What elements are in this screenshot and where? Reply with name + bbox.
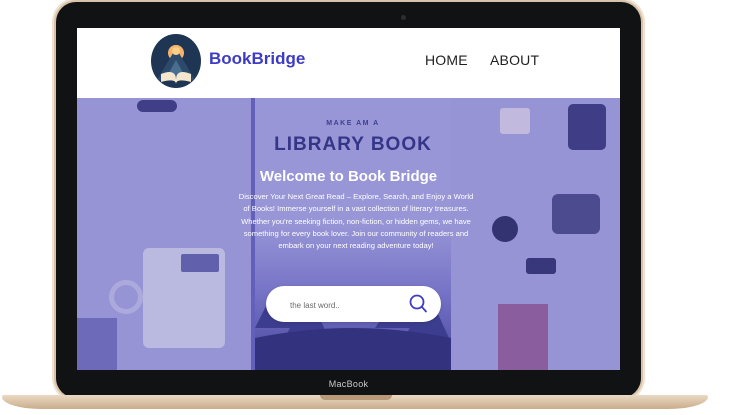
search-bar bbox=[266, 286, 441, 322]
bookbridge-logo-icon[interactable] bbox=[151, 34, 201, 88]
laptop-screen: BookBridge HOME ABOUT MAKE AM A LIBRARY … bbox=[77, 28, 620, 370]
site-navbar: BookBridge HOME ABOUT bbox=[77, 28, 620, 98]
search-icon[interactable] bbox=[407, 293, 429, 315]
laptop-hinge-notch bbox=[320, 395, 392, 400]
hero-section: MAKE AM A LIBRARY BOOK Welcome to Book B… bbox=[77, 98, 620, 370]
nav-about-link[interactable]: ABOUT bbox=[490, 52, 539, 68]
camera-dot bbox=[401, 15, 406, 20]
hero-description: Discover Your Next Great Read – Explore,… bbox=[238, 192, 474, 251]
hero-title: Welcome to Book Bridge bbox=[259, 168, 438, 185]
search-input[interactable] bbox=[288, 295, 402, 315]
nav-home-link[interactable]: HOME bbox=[425, 52, 468, 68]
site-name[interactable]: BookBridge bbox=[209, 49, 305, 69]
device-brand-label: MacBook bbox=[328, 379, 369, 389]
laptop-bottom-bezel: MacBook bbox=[56, 370, 641, 398]
